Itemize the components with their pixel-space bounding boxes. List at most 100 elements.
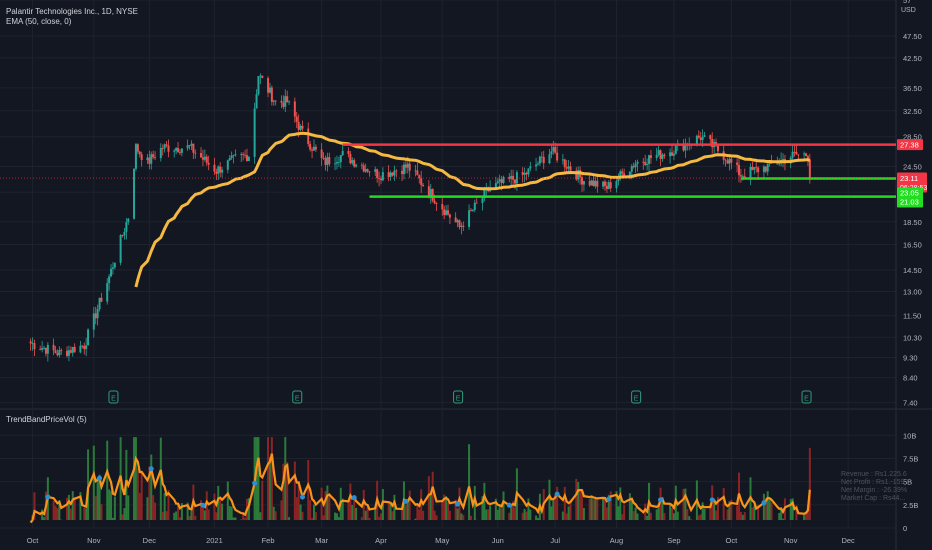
- candle-body: [309, 144, 312, 150]
- volume-bar: [431, 471, 434, 520]
- candle-body: [697, 135, 700, 138]
- candle-body: [134, 144, 137, 169]
- time-tick-label: Apr: [375, 536, 387, 545]
- candle-body: [213, 164, 216, 172]
- candle-body: [805, 153, 808, 157]
- candle-body: [322, 157, 325, 159]
- candle-body: [73, 346, 76, 353]
- candle-body: [529, 166, 532, 169]
- volume-bar: [368, 517, 371, 520]
- candle-body: [416, 170, 419, 176]
- fund-profit: Net Profit : Rs1.-159: [841, 479, 905, 486]
- candle-body: [387, 172, 390, 177]
- time-tick-label: Aug: [610, 536, 623, 545]
- volume-bar: [703, 508, 706, 520]
- candle-body: [406, 163, 409, 168]
- candle-body: [605, 185, 608, 189]
- candle-body: [146, 157, 149, 160]
- candle-body: [355, 164, 358, 167]
- volume-bar: [67, 494, 70, 520]
- volume-bar: [406, 501, 409, 520]
- candle-body: [402, 164, 405, 175]
- volume-bar: [521, 512, 524, 520]
- volume-bar: [69, 508, 72, 520]
- price-tick-label: 18.50: [903, 218, 922, 227]
- ema-legend[interactable]: EMA (50, close, 0): [6, 17, 138, 27]
- volume-bar: [337, 517, 340, 520]
- volume-bar: [52, 500, 55, 520]
- candle-body: [39, 349, 42, 350]
- candle-body: [87, 329, 90, 346]
- candle-body: [339, 155, 342, 163]
- volume-bar: [326, 485, 329, 520]
- volume-bar: [563, 486, 566, 520]
- volume-bar: [510, 505, 513, 520]
- volume-bar: [295, 497, 298, 520]
- last-price-label: 23.11: [900, 174, 918, 183]
- volume-bar: [56, 508, 59, 520]
- candle-body: [429, 189, 432, 197]
- candle-body: [368, 171, 371, 173]
- volume-bar: [632, 511, 635, 520]
- candle-body: [408, 163, 411, 171]
- price-tick-label: 24.50: [903, 163, 922, 172]
- candle-body: [636, 161, 639, 164]
- volume-bar: [594, 498, 597, 520]
- candle-body: [422, 185, 425, 187]
- candle-body: [374, 169, 377, 172]
- volume-bar: [379, 513, 382, 520]
- volume-bar: [621, 514, 624, 520]
- earnings-label: E: [804, 396, 809, 403]
- candle-body: [69, 350, 72, 353]
- candle-body: [536, 163, 539, 165]
- candle-body: [85, 345, 88, 350]
- candle-body: [253, 108, 256, 157]
- volume-bar: [146, 497, 149, 520]
- volume-bar: [768, 499, 771, 520]
- candle-body: [674, 145, 677, 154]
- volume-bar: [288, 517, 291, 520]
- trend-band-legend[interactable]: TrendBandPriceVol (5): [6, 415, 87, 425]
- candle-body: [366, 169, 369, 172]
- volume-bar: [138, 492, 141, 520]
- candle-body: [46, 344, 49, 354]
- candle-body: [230, 155, 233, 159]
- trend-band-marker: [658, 497, 664, 503]
- candle-body: [133, 168, 136, 219]
- volume-bar: [743, 512, 746, 520]
- volume-bar: [655, 509, 658, 520]
- candle-body: [431, 189, 434, 201]
- trend-band-marker: [299, 494, 305, 500]
- candle-body: [420, 178, 423, 186]
- volume-bar: [435, 515, 438, 520]
- volume-bar: [314, 512, 317, 520]
- volume-bar: [96, 477, 99, 520]
- candle-body: [349, 153, 352, 164]
- candle-body: [496, 181, 499, 184]
- candle-body: [582, 180, 585, 185]
- candle-body: [297, 121, 300, 130]
- volume-bar: [575, 478, 578, 520]
- volume-bar: [165, 511, 168, 520]
- time-axis[interactable]: Oct Nov Dec 2021 Feb Mar Apr May Jun Jul Aug Sep Oct…: [27, 536, 855, 545]
- candle-body: [341, 150, 344, 156]
- volume-bar: [268, 457, 271, 520]
- chart-canvas[interactable]: EEEEE 5747.5042.5036.5032.5028.5024.5021…: [0, 0, 932, 550]
- volume-bar: [619, 487, 622, 520]
- candle-body: [739, 175, 742, 177]
- volume-bar: [360, 517, 363, 520]
- candle-body: [272, 100, 275, 102]
- candle-body: [808, 159, 811, 179]
- candle-body: [414, 170, 417, 172]
- candle-body: [100, 297, 103, 302]
- volume-bar: [391, 511, 394, 520]
- candle-body: [395, 170, 398, 172]
- volume-bar: [634, 507, 637, 520]
- volume-bar: [456, 508, 459, 520]
- candle-body: [418, 175, 421, 179]
- candle-body: [320, 149, 323, 158]
- symbol-title[interactable]: Palantir Technologies Inc., 1D, NYSE: [6, 7, 138, 17]
- volume-bar: [387, 503, 390, 520]
- volume-bar: [536, 517, 539, 520]
- volume-bar: [201, 507, 204, 520]
